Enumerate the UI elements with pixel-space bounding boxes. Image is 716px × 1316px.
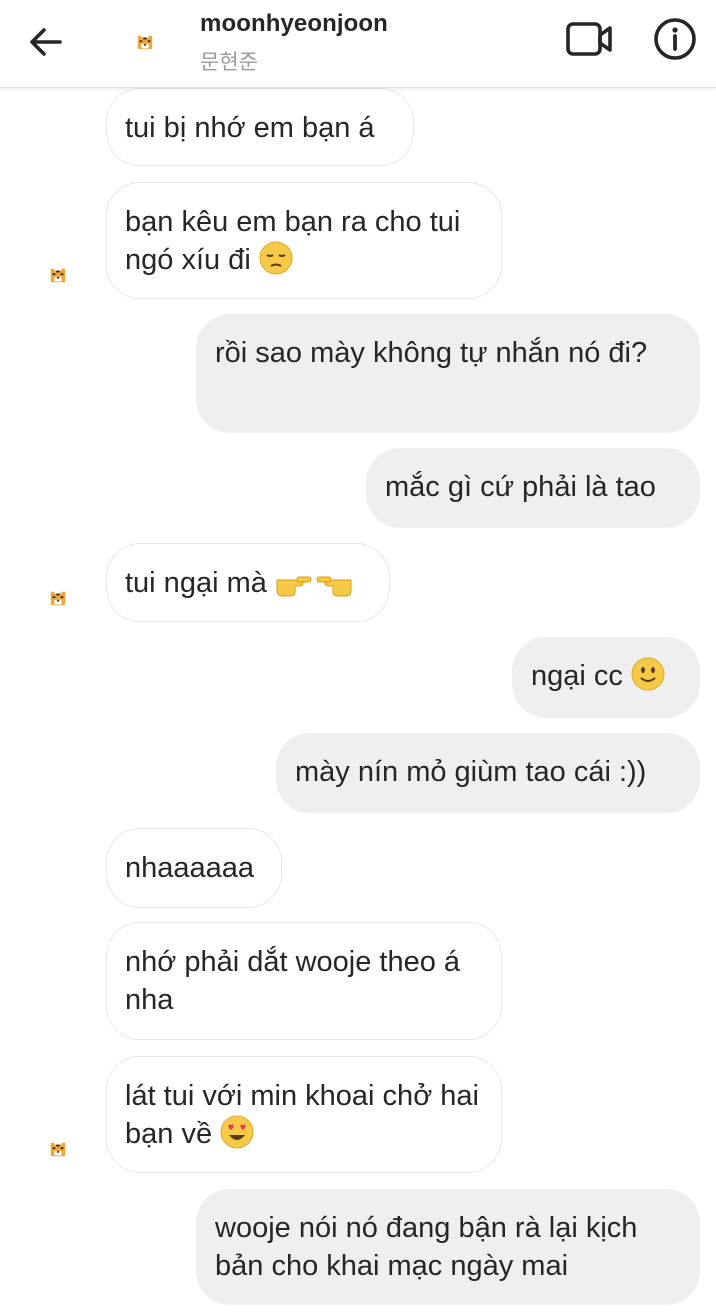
info-icon[interactable] (653, 17, 697, 61)
video-call-icon[interactable] (565, 20, 615, 60)
message-text: tui ngại mà (125, 567, 267, 599)
username[interactable]: moonhyeonjoon (200, 10, 388, 38)
message-incoming[interactable]: tui bị nhớ em bạn á (106, 88, 414, 166)
subname: 문현준 (200, 50, 258, 74)
message-incoming[interactable]: tui ngại mà (106, 543, 390, 622)
slightly-smiling-face-emoji (631, 657, 665, 701)
message-text: rồi sao mày không tự nhắn nó đi? (215, 337, 648, 369)
message-text: mày nín mỏ giùm tao cái :)) (295, 756, 647, 788)
message-outgoing[interactable]: wooje nói nó đang bận rà lại kịch bản ch… (196, 1189, 700, 1305)
avatar[interactable] (38, 1130, 78, 1170)
message-incoming[interactable]: bạn kêu em bạn ra cho tui ngó xíu đi (106, 182, 502, 299)
avatar[interactable] (124, 22, 166, 64)
message-incoming[interactable]: lát tui với min khoai chở hai bạn về (106, 1056, 502, 1173)
avatar[interactable] (38, 256, 78, 296)
message-text: wooje nói nó đang bận rà lại kịch bản ch… (215, 1212, 638, 1282)
message-text: tui bị nhớ em bạn á (125, 112, 375, 144)
message-outgoing[interactable]: ngại cc (512, 637, 700, 718)
chat-header: moonhyeonjoon 문현준 (0, 0, 716, 88)
message-text: lát tui với min khoai chở hai bạn về (125, 1080, 479, 1150)
message-text: ngại cc (531, 660, 623, 692)
message-outgoing[interactable]: mắc gì cứ phải là tao (366, 448, 700, 528)
message-text: nhaaaaaa (125, 852, 255, 884)
message-text: nhớ phải dắt wooje theo á nha (125, 946, 461, 1016)
message-outgoing[interactable]: mày nín mỏ giùm tao cái :)) (276, 733, 700, 813)
message-incoming[interactable]: nhaaaaaa (106, 828, 282, 908)
message-incoming[interactable]: nhớ phải dắt wooje theo á nha (106, 922, 502, 1040)
pointing-hands-emoji (275, 566, 353, 608)
back-arrow-icon[interactable] (26, 22, 66, 62)
message-thread[interactable]: tui bị nhớ em bạn á bạn kêu em bạn ra ch… (0, 0, 716, 1316)
avatar[interactable] (38, 579, 78, 619)
message-text: mắc gì cứ phải là tao (385, 471, 656, 503)
message-outgoing[interactable]: rồi sao mày không tự nhắn nó đi? (196, 314, 700, 433)
pensive-face-emoji (259, 241, 293, 285)
heart-eyes-emoji (220, 1115, 254, 1159)
